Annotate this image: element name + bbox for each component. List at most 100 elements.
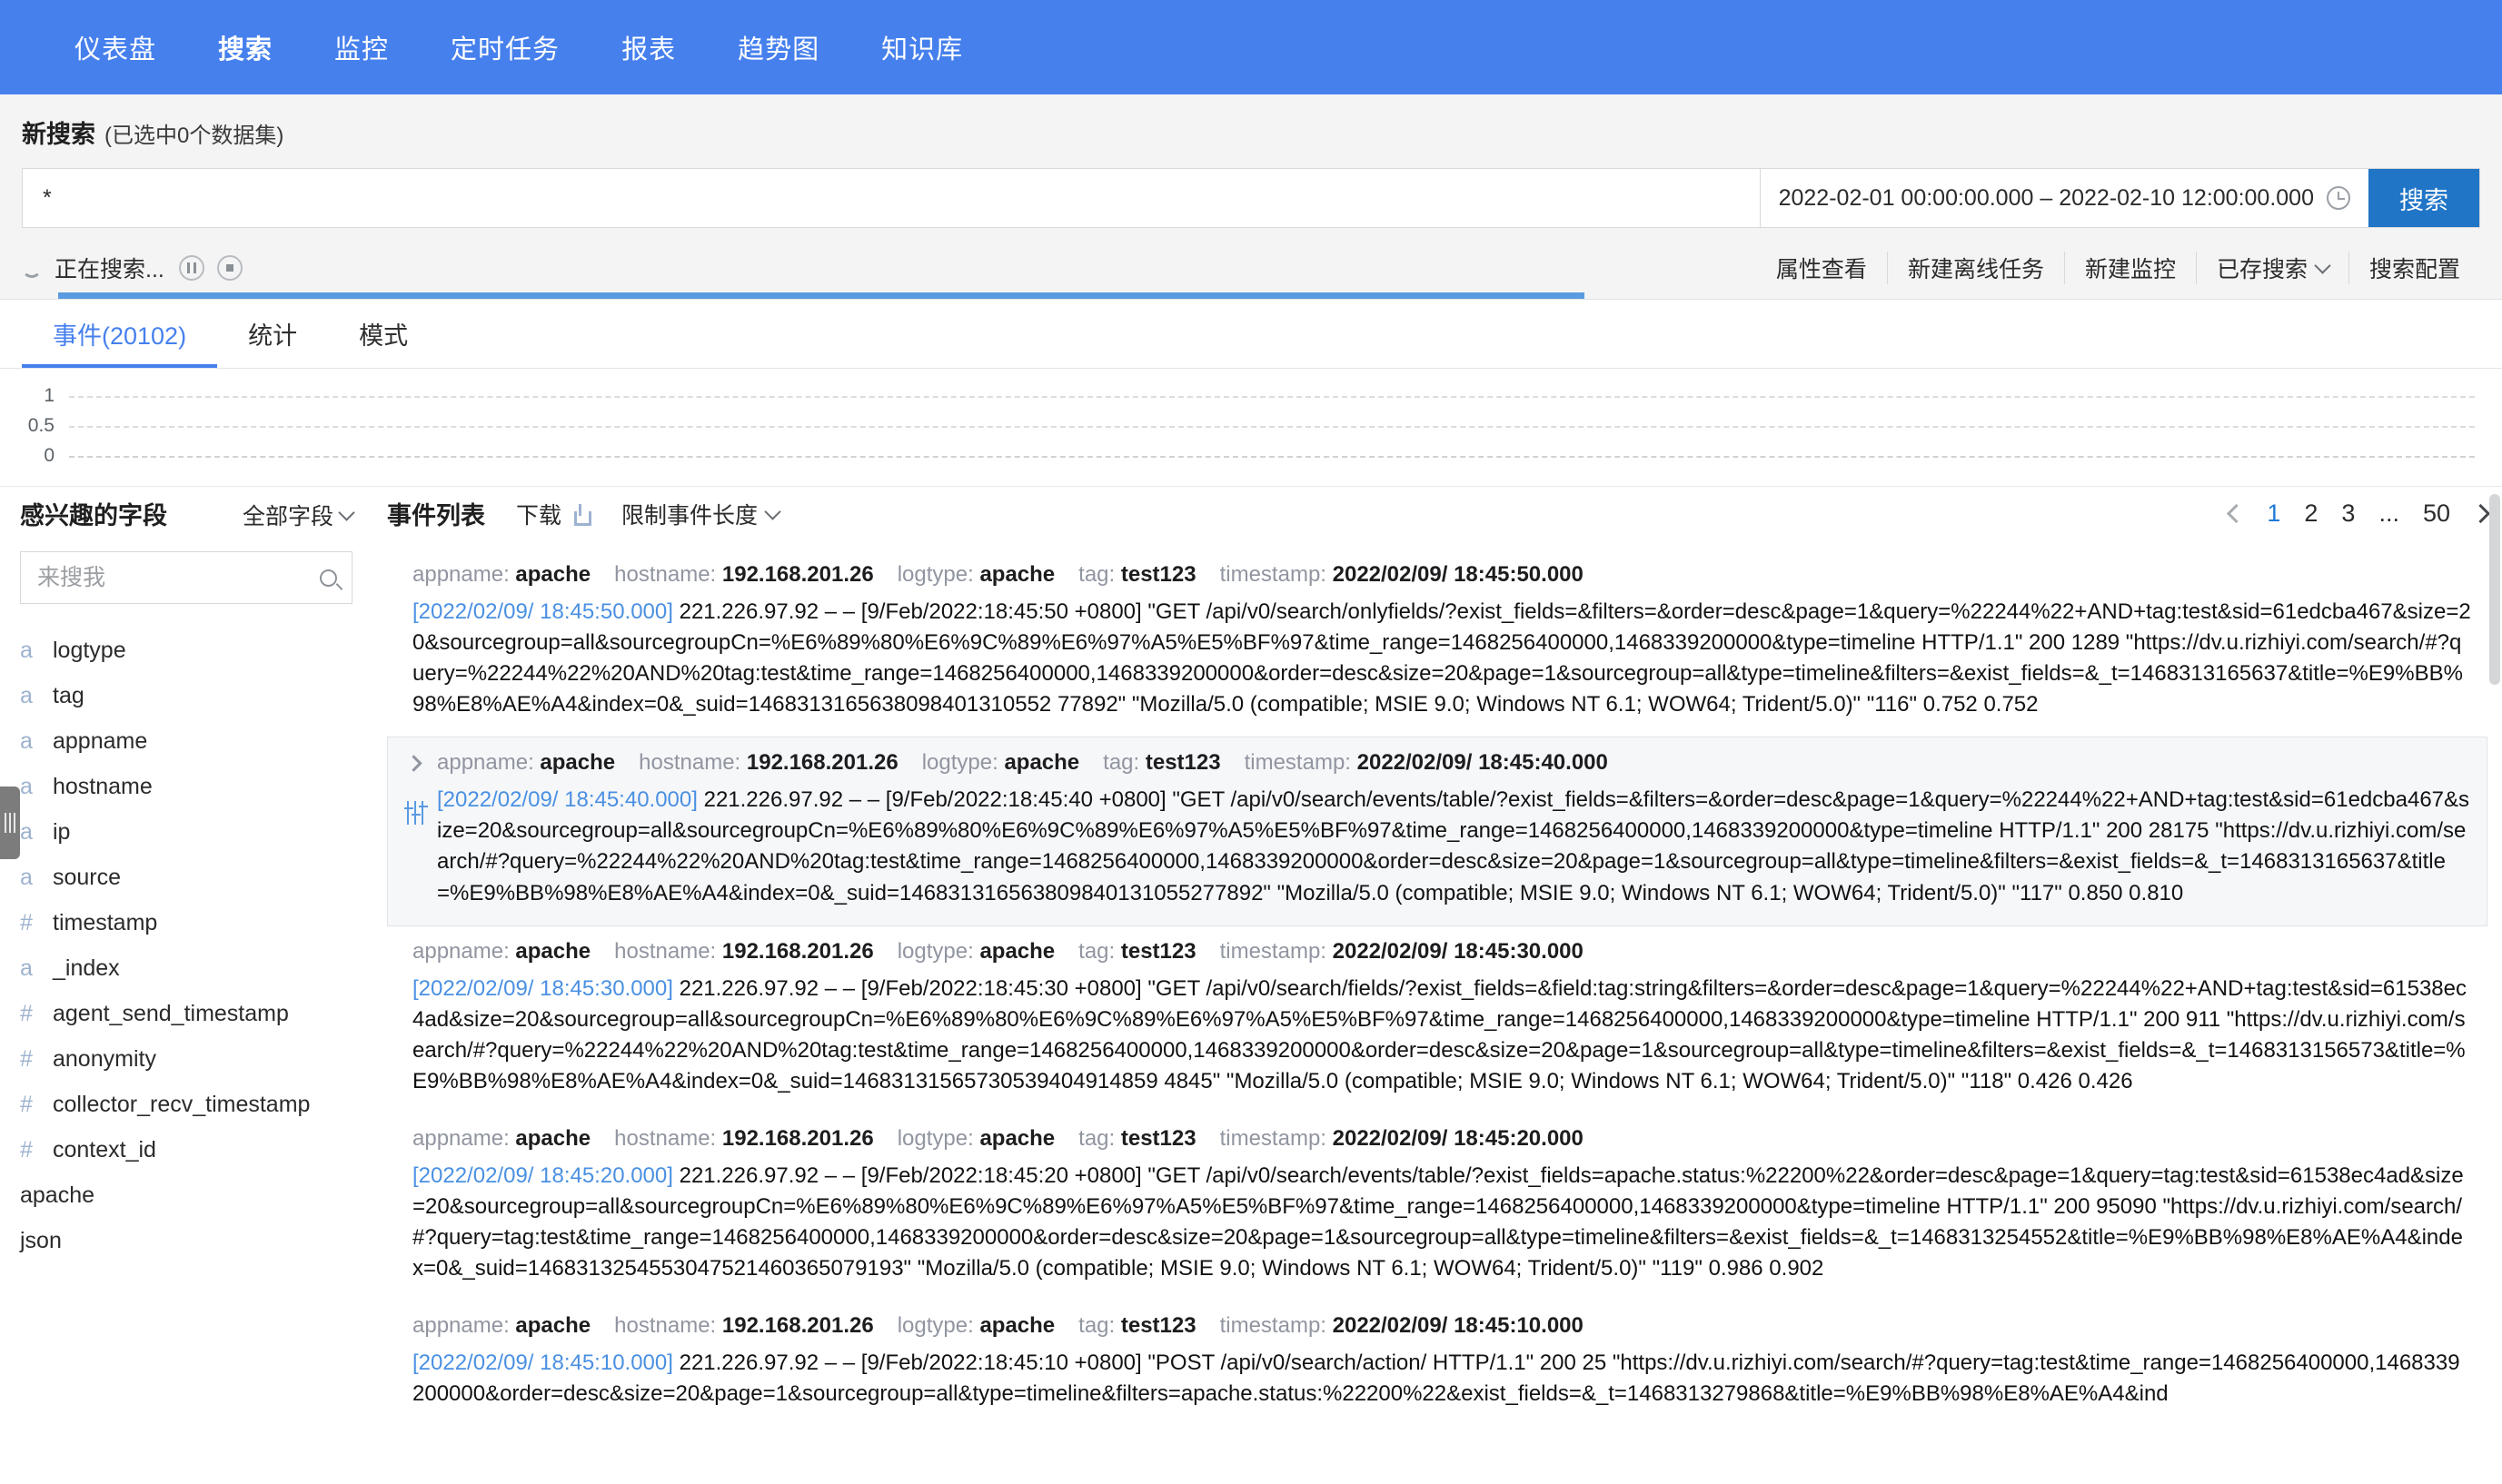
event-row[interactable]: appname: apache hostname: 192.168.201.26 l…: [387, 737, 2487, 926]
field-item-_index[interactable]: a _index: [20, 945, 352, 991]
search-status-text: 正在搜索...: [55, 257, 164, 282]
chevron-right-icon[interactable]: [2470, 503, 2491, 524]
meta-pair: hostname: 192.168.201.26: [614, 939, 874, 964]
all-fields-dropdown[interactable]: 全部字段: [243, 499, 355, 531]
handle-line: [14, 813, 15, 833]
toolbar-item-1[interactable]: 新建离线任务: [1886, 252, 2064, 284]
field-search-input[interactable]: [35, 563, 320, 592]
toolbar-item-0[interactable]: 属性查看: [1756, 252, 1887, 284]
meta-value: apache: [979, 1125, 1056, 1151]
field-item-ip[interactable]: a ip: [20, 809, 352, 855]
field-item-logtype[interactable]: a logtype: [20, 628, 352, 673]
sidebar-item-json[interactable]: json: [20, 1218, 352, 1263]
field-item-context_id[interactable]: # context_id: [20, 1127, 352, 1172]
meta-pair: tag: test123: [1103, 750, 1220, 775]
nav-item-0[interactable]: 仪表盘: [44, 28, 187, 66]
event-timestamp[interactable]: [2022/02/09/ 18:45:10.000]: [412, 1350, 673, 1375]
meta-pair: tag: test123: [1078, 939, 1196, 964]
field-type-icon: #: [20, 1045, 33, 1072]
expand-chevron-icon[interactable]: [405, 755, 422, 773]
time-range-picker[interactable]: 2022-02-01 00:00:00.000 – 2022-02-10 12:…: [1759, 169, 2368, 227]
event-meta: appname: apache hostname: 192.168.201.26 l…: [412, 939, 2471, 965]
chevron-left-icon[interactable]: [2227, 503, 2247, 524]
pause-icon[interactable]: [178, 255, 204, 281]
nav-item-4[interactable]: 报表: [591, 28, 707, 66]
nav-item-6[interactable]: 知识库: [850, 28, 994, 66]
search-query-input[interactable]: [23, 169, 1760, 227]
field-type-icon: a: [20, 773, 33, 799]
nav-item-1[interactable]: 搜索: [187, 28, 303, 66]
meta-value: 192.168.201.26: [721, 1125, 874, 1151]
limit-event-length-dropdown[interactable]: 限制事件长度: [621, 498, 781, 530]
tab-1[interactable]: 统计: [217, 316, 328, 368]
events-scrollbar[interactable]: [2489, 487, 2500, 1484]
field-item-timestamp[interactable]: # timestamp: [20, 900, 352, 945]
field-item-agent_send_timestamp[interactable]: # agent_send_timestamp: [20, 991, 352, 1036]
field-item-collector_recv_timestamp[interactable]: # collector_recv_timestamp: [20, 1082, 352, 1127]
timeline-histogram-chart[interactable]: 1 0.5 0: [0, 385, 2502, 487]
meta-value: 192.168.201.26: [721, 1313, 874, 1339]
tab-2[interactable]: 模式: [328, 316, 439, 368]
meta-key: hostname:: [614, 1313, 722, 1339]
event-raw-text: [2022/02/09/ 18:45:30.000] 221.226.97.92…: [412, 975, 2467, 1093]
event-meta: appname: apache hostname: 192.168.201.26 l…: [412, 1313, 2471, 1339]
meta-key: logtype:: [897, 562, 980, 587]
page-3[interactable]: 3: [2341, 500, 2355, 528]
meta-pair: logtype: apache: [922, 750, 1079, 775]
field-item-hostname[interactable]: a hostname: [20, 764, 352, 809]
chevron-down-icon: [338, 504, 355, 521]
meta-key: hostname:: [639, 750, 747, 776]
download-button[interactable]: 下载: [516, 498, 592, 530]
meta-value: test123: [1145, 750, 1221, 776]
meta-value: apache: [979, 938, 1056, 964]
field-item-source[interactable]: a source: [20, 855, 352, 900]
event-row[interactable]: appname: apache hostname: 192.168.201.26 l…: [387, 549, 2487, 737]
field-type-icon: a: [20, 955, 33, 981]
search-toolbar: 属性查看 新建离线任务 新建监控 已存搜索 搜索配置: [1756, 252, 2480, 284]
field-item-appname[interactable]: a appname: [20, 718, 352, 764]
scrollbar-thumb[interactable]: [2489, 494, 2500, 685]
event-timestamp[interactable]: [2022/02/09/ 18:45:50.000]: [412, 599, 673, 624]
field-type-icon: a: [20, 682, 33, 708]
meta-pair: hostname: 192.168.201.26: [639, 750, 899, 775]
field-item-anonymity[interactable]: # anonymity: [20, 1036, 352, 1082]
event-row[interactable]: appname: apache hostname: 192.168.201.26 l…: [387, 1113, 2487, 1301]
top-navigation-bar: 仪表盘 搜索 监控 定时任务 报表 趋势图 知识库: [0, 0, 2502, 94]
toolbar-item-2[interactable]: 新建监控: [2063, 252, 2196, 284]
toolbar-item-label: 新建监控: [2084, 257, 2176, 282]
page-1[interactable]: 1: [2267, 500, 2280, 528]
nav-item-5[interactable]: 趋势图: [707, 28, 850, 66]
event-row[interactable]: appname: apache hostname: 192.168.201.26 l…: [387, 1301, 2487, 1426]
toolbar-item-3[interactable]: 已存搜索: [2195, 252, 2348, 284]
page-2[interactable]: 2: [2304, 500, 2318, 528]
stop-icon[interactable]: [216, 255, 243, 281]
meta-value: apache: [515, 938, 591, 964]
field-item-tag[interactable]: a tag: [20, 673, 352, 718]
event-timestamp[interactable]: [2022/02/09/ 18:45:20.000]: [412, 1163, 673, 1188]
field-name: hostname: [53, 773, 153, 799]
meta-key: logtype:: [897, 1313, 980, 1339]
meta-pair: timestamp: 2022/02/09/ 18:45:20.000: [1220, 1126, 1584, 1151]
search-button[interactable]: 搜索: [2368, 169, 2479, 227]
search-status-row: 正在搜索... 属性查看 新建离线任务 新建监控 已存搜索 搜索配置: [22, 248, 2480, 299]
sidebar-resize-handle[interactable]: [0, 787, 20, 859]
event-settings-icon[interactable]: [404, 801, 428, 826]
tab-0[interactable]: 事件(20102): [22, 316, 218, 368]
field-search-box[interactable]: [20, 551, 352, 604]
toolbar-item-4[interactable]: 搜索配置: [2348, 252, 2480, 284]
meta-value: 2022/02/09/ 18:45:30.000: [1332, 938, 1584, 964]
event-timestamp[interactable]: [2022/02/09/ 18:45:40.000]: [437, 787, 698, 812]
sidebar-item-apache[interactable]: apache: [20, 1172, 352, 1218]
meta-pair: timestamp: 2022/02/09/ 18:45:50.000: [1220, 562, 1584, 587]
page-50[interactable]: 50: [2423, 500, 2450, 528]
page-...[interactable]: ...: [2378, 500, 2399, 528]
event-raw-text: [2022/02/09/ 18:45:20.000] 221.226.97.92…: [412, 1162, 2464, 1281]
meta-key: tag:: [1078, 562, 1121, 587]
event-meta: appname: apache hostname: 192.168.201.26 l…: [437, 750, 2470, 776]
event-meta: appname: apache hostname: 192.168.201.26 l…: [412, 1126, 2471, 1152]
nav-item-2[interactable]: 监控: [303, 28, 420, 66]
nav-item-3[interactable]: 定时任务: [420, 28, 591, 66]
event-row[interactable]: appname: apache hostname: 192.168.201.26 l…: [387, 926, 2487, 1113]
event-timestamp[interactable]: [2022/02/09/ 18:45:30.000]: [412, 976, 673, 1001]
meta-key: hostname:: [614, 562, 722, 587]
